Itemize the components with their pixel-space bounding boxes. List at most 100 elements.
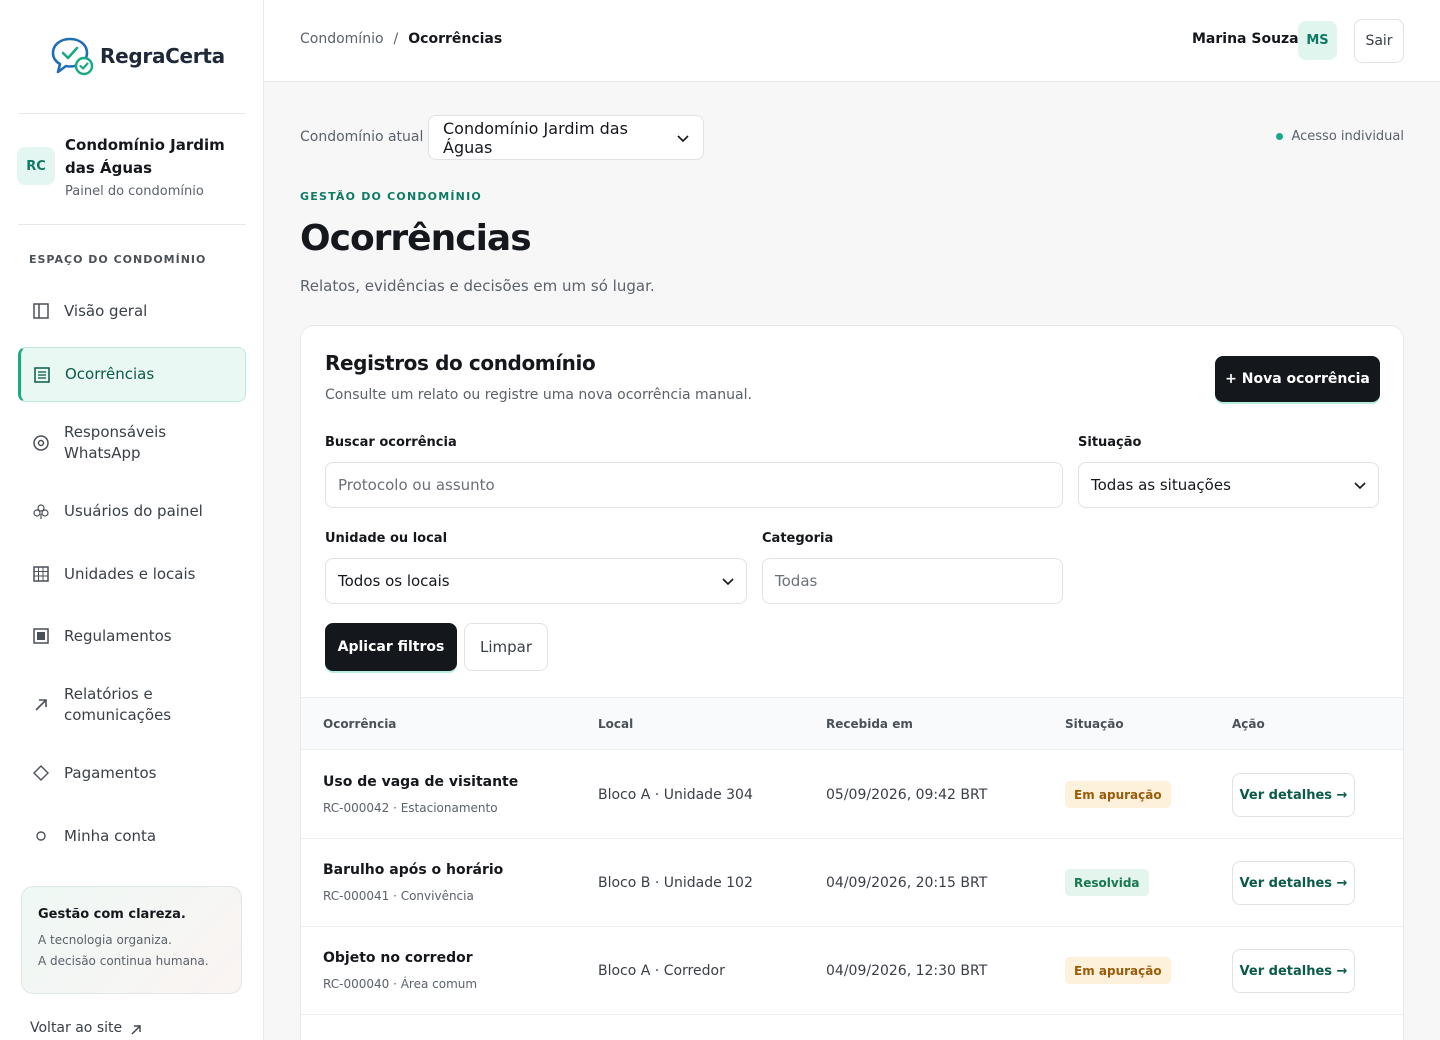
category-filter-label: Categoria (762, 531, 834, 546)
condo-select[interactable]: Condomínio Jardim das Águas (428, 115, 704, 160)
search-label: Buscar ocorrência (325, 435, 457, 450)
divider (18, 113, 246, 114)
column-header: Situação (1065, 717, 1124, 731)
column-header: Local (598, 717, 634, 731)
sidebar-item-label: Ocorrências (65, 365, 155, 383)
sidebar-item-label: Relatórios e comunicações (64, 684, 172, 724)
sidebar-section-label: ESPAÇO DO CONDOMÍNIO (29, 253, 207, 266)
condo-summary: RC Condomínio Jardim das Águas Painel do… (17, 134, 247, 199)
brand-logo[interactable]: RegraCerta (50, 34, 225, 78)
unit-filter-label: Unidade ou local (325, 531, 448, 546)
sidebar-item-relatorios-comunicacoes[interactable]: Relatórios e comunicações (18, 682, 246, 727)
status-badge: Em apuração (1065, 957, 1171, 984)
status-badge: Resolvida (1065, 869, 1149, 896)
back-link-label: Voltar ao site (30, 1020, 123, 1036)
sidebar-item-minha-conta[interactable]: Minha conta (18, 815, 246, 857)
sidebar-item-regulamentos[interactable]: Regulamentos (18, 615, 246, 657)
category-placeholder: Todas (775, 572, 818, 590)
unit-filter-select[interactable]: Todos os locais (325, 558, 747, 604)
page-title: Ocorrências (300, 218, 532, 259)
view-details-button[interactable]: Ver detalhes → (1232, 949, 1355, 993)
document-icon (32, 627, 50, 645)
logout-button[interactable]: Sair (1354, 19, 1404, 63)
chevron-down-icon (677, 128, 689, 147)
sidebar-item-responsaveis-whatsapp[interactable]: Responsáveis WhatsApp (18, 420, 246, 465)
column-header: Ocorrência (323, 717, 397, 731)
sidebar-item-label: Pagamentos (64, 763, 157, 782)
new-occurrence-button[interactable]: + Nova ocorrência (1215, 356, 1380, 402)
table-row: Barulho após o horário RC-000041 · Convi… (301, 839, 1403, 927)
external-arrow-icon (130, 1020, 142, 1040)
breadcrumb-separator: / (393, 31, 399, 47)
sidebar-item-label: Minha conta (64, 826, 157, 845)
arrow-up-right-icon (32, 696, 50, 714)
occurrence-local: Bloco B · Unidade 102 (598, 875, 753, 891)
sidebar-item-ocorrencias[interactable]: Ocorrências (18, 347, 246, 402)
status-filter-select[interactable]: Todas as situações (1078, 462, 1379, 508)
occurrence-title: Barulho após o horário (323, 862, 504, 878)
sidebar-item-pagamentos[interactable]: Pagamentos (18, 752, 246, 794)
sidebar-item-visao-geral[interactable]: Visão geral (18, 290, 246, 332)
occurrence-meta: RC-000041 · Convivência (323, 889, 474, 903)
records-card: Registros do condomínio Consulte um rela… (300, 325, 1404, 1040)
promo-line: A tecnologia organiza. (38, 933, 172, 947)
promo-card: Gestão com clareza. A tecnologia organiz… (21, 886, 242, 994)
list-icon (33, 366, 51, 384)
status-badge: Em apuração (1065, 781, 1171, 808)
condo-subtitle: Painel do condomínio (65, 184, 204, 199)
occurrence-meta: RC-000042 · Estacionamento (323, 801, 498, 815)
sidebar-item-unidades-locais[interactable]: Unidades e locais (18, 553, 246, 595)
target-icon (32, 434, 50, 452)
category-filter-input[interactable]: Todas (762, 558, 1063, 604)
condo-avatar: RC (17, 147, 55, 185)
occurrence-received: 04/09/2026, 20:15 BRT (826, 875, 988, 891)
occurrence-local: Bloco A · Unidade 304 (598, 787, 753, 803)
table-header: Ocorrência Local Recebida em Situação Aç… (301, 697, 1403, 750)
search-placeholder: Protocolo ou assunto (338, 476, 495, 494)
condo-name: Condomínio Jardim das Águas (65, 136, 225, 177)
condo-select-value: Condomínio Jardim das Águas (443, 118, 628, 157)
topbar: Condomínio / Ocorrências Marina Souza MS… (264, 0, 1440, 82)
card-subtitle: Consulte um relato ou registre uma nova … (325, 387, 752, 403)
status-filter-value: Todas as situações (1091, 476, 1231, 494)
table-row: Objeto no corredor RC-000040 · Área comu… (301, 927, 1403, 1015)
occurrence-received: 05/09/2026, 09:42 BRT (826, 787, 988, 803)
chat-check-icon (50, 34, 94, 78)
status-filter-label: Situação (1078, 435, 1142, 450)
card-title: Registros do condomínio (325, 351, 596, 375)
condo-select-label: Condomínio atual (300, 129, 424, 145)
promo-title: Gestão com clareza. (38, 907, 186, 922)
brand-name: RegraCerta (100, 44, 225, 68)
divider (18, 224, 246, 225)
status-dot-icon (1276, 133, 1284, 140)
access-label: Acesso individual (1291, 129, 1404, 144)
clear-filters-button[interactable]: Limpar (464, 623, 548, 671)
access-indicator: Acesso individual (1276, 129, 1404, 144)
occurrence-received: 04/09/2026, 12:30 BRT (826, 963, 988, 979)
chevron-down-icon (722, 572, 734, 590)
page-eyebrow: GESTÃO DO CONDOMÍNIO (300, 190, 482, 203)
table-row: Uso de vaga de visitante RC-000042 · Est… (301, 751, 1403, 839)
apply-filters-button[interactable]: Aplicar filtros (325, 623, 457, 671)
sidebar-item-label: Responsáveis WhatsApp (64, 422, 167, 462)
page-lead: Relatos, evidências e decisões em um só … (300, 277, 655, 295)
column-header: Recebida em (826, 717, 913, 731)
users-icon (32, 502, 50, 520)
occurrence-title: Objeto no corredor (323, 950, 473, 966)
avatar[interactable]: MS (1298, 21, 1337, 60)
view-details-button[interactable]: Ver detalhes → (1232, 861, 1355, 905)
back-to-site-link[interactable]: Voltar ao site (30, 1020, 142, 1040)
diamond-icon (32, 764, 50, 782)
column-header: Ação (1232, 717, 1265, 731)
sidebar-item-usuarios-painel[interactable]: Usuários do painel (18, 490, 246, 532)
search-input[interactable]: Protocolo ou assunto (325, 462, 1063, 508)
breadcrumb: Condomínio / Ocorrências (300, 31, 502, 47)
occurrence-meta: RC-000040 · Área comum (323, 977, 478, 991)
sidebar-item-label: Unidades e locais (64, 564, 196, 583)
grid-icon (32, 565, 50, 583)
sidebar-item-label: Usuários do painel (64, 501, 203, 520)
breadcrumb-item[interactable]: Condomínio (300, 31, 384, 47)
breadcrumb-current: Ocorrências (408, 31, 503, 47)
view-details-button[interactable]: Ver detalhes → (1232, 773, 1355, 817)
sidebar-item-label: Regulamentos (64, 626, 172, 645)
